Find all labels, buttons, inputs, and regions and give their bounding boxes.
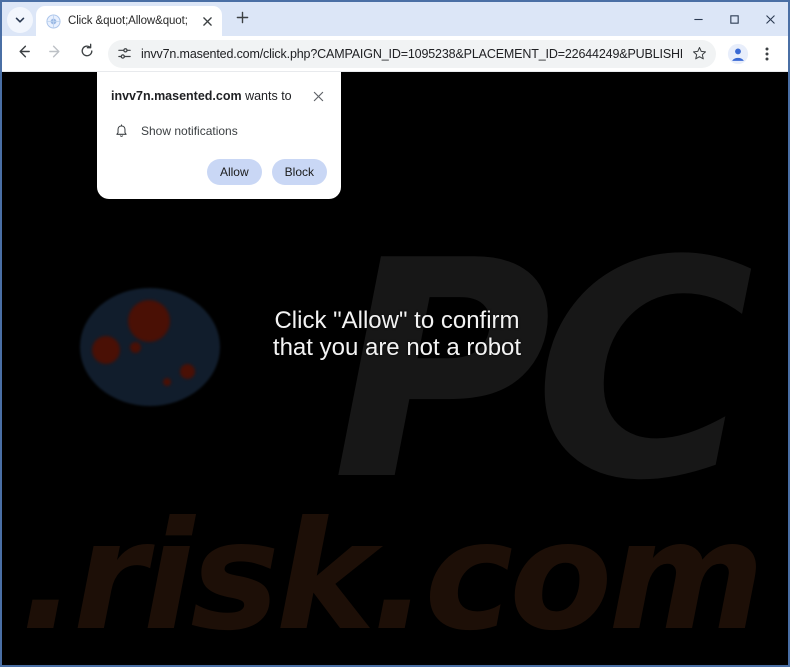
tab-close-button[interactable] <box>198 12 216 30</box>
watermark-risk: .risk.com <box>20 490 765 664</box>
close-icon <box>313 89 324 107</box>
browser-tab[interactable]: Click &quot;Allow&quot; <box>36 6 222 36</box>
permission-dialog-header: invv7n.masented.com wants to <box>111 88 327 107</box>
globe-favicon-icon <box>45 13 61 29</box>
permission-title-suffix: wants to <box>241 89 292 103</box>
permission-origin: invv7n.masented.com <box>111 89 242 103</box>
watermark-pc: PC <box>332 197 754 546</box>
back-arrow-icon <box>15 43 32 65</box>
toolbar-right-actions <box>724 40 780 68</box>
page-heading: Click "Allow" to confirm that you are no… <box>272 307 522 361</box>
star-icon[interactable] <box>688 43 710 65</box>
close-window-button[interactable] <box>752 3 788 35</box>
chevron-down-icon <box>14 14 26 26</box>
permission-request-label: Show notifications <box>141 124 238 138</box>
orb-dot <box>130 342 141 353</box>
allow-button[interactable]: Allow <box>206 159 262 185</box>
three-dot-menu-icon[interactable] <box>754 40 780 68</box>
bell-icon <box>113 123 129 139</box>
page-viewport: PC .risk.com Click "Allow" to confirm th… <box>2 72 788 665</box>
plus-icon <box>236 11 249 29</box>
tab-strip: Click &quot;Allow&quot; <box>2 2 788 36</box>
address-bar[interactable]: invv7n.masented.com/click.php?CAMPAIGN_I… <box>108 39 716 68</box>
browser-toolbar: invv7n.masented.com/click.php?CAMPAIGN_I… <box>2 36 788 72</box>
permission-close-button[interactable] <box>309 89 327 107</box>
maximize-button[interactable] <box>716 3 752 35</box>
permission-dialog-title: invv7n.masented.com wants to <box>111 88 301 104</box>
tab-title: Click &quot;Allow&quot; <box>68 15 188 27</box>
decorative-orb <box>80 288 220 406</box>
reload-icon <box>79 43 95 64</box>
permission-request-row: Show notifications <box>111 123 327 139</box>
window-controls <box>680 2 788 36</box>
orb-dot <box>128 300 170 342</box>
minimize-button[interactable] <box>680 3 716 35</box>
browser-window: Click &quot;Allow&quot; invv7n.masented.… <box>0 0 790 667</box>
permission-dialog-actions: Allow Block <box>111 159 327 185</box>
notification-permission-dialog: invv7n.masented.com wants to Show notifi… <box>97 72 341 199</box>
site-settings-tune-icon[interactable] <box>113 43 135 65</box>
orb-dot <box>92 336 120 364</box>
block-button[interactable]: Block <box>271 159 327 185</box>
new-tab-button[interactable] <box>228 6 256 34</box>
account-avatar-icon[interactable] <box>724 40 752 68</box>
orb-dot <box>180 364 195 379</box>
forward-button[interactable] <box>40 39 70 69</box>
forward-arrow-icon <box>47 43 64 65</box>
url-text: invv7n.masented.com/click.php?CAMPAIGN_I… <box>141 46 682 61</box>
orb-dot <box>163 378 171 386</box>
back-button[interactable] <box>8 39 38 69</box>
reload-button[interactable] <box>72 39 102 69</box>
tab-search-button[interactable] <box>7 7 33 33</box>
